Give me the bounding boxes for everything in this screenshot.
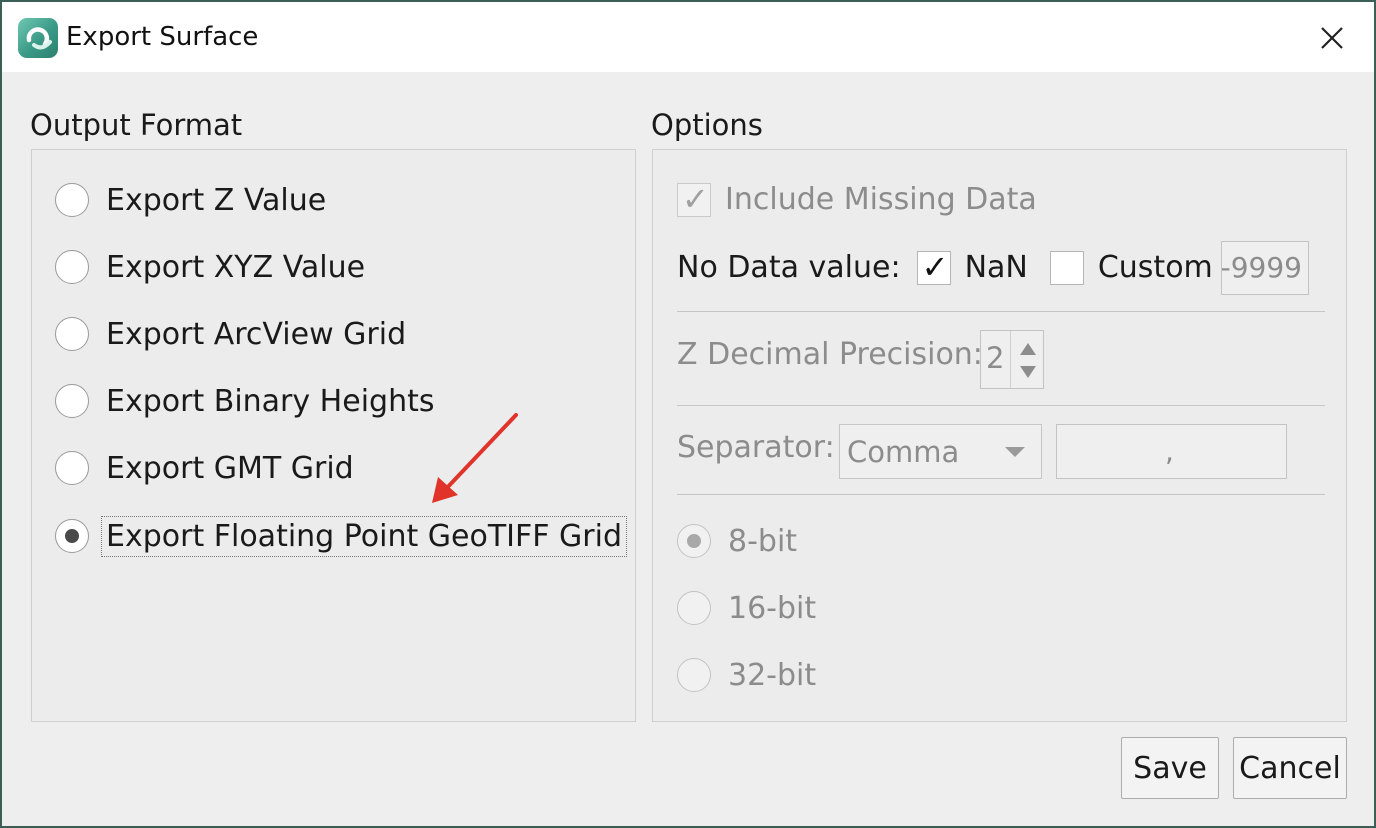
separator-combobox[interactable]: Comma [839,424,1042,479]
z-precision-row: Z Decimal Precision: [677,337,983,372]
radio-button[interactable] [55,519,89,553]
radio-label: 32-bit [728,657,817,693]
include-missing-data-checkbox[interactable]: ✓ [677,179,711,218]
radio-button[interactable] [677,591,711,625]
radio-label: Export ArcView Grid [106,316,407,352]
radio-label: Export Z Value [106,182,327,218]
radio-label: Export GMT Grid [106,450,354,486]
radio-button[interactable] [677,658,711,692]
z-precision-label: Z Decimal Precision: [677,337,983,372]
radio-export-gmt-grid[interactable]: Export GMT Grid [55,443,354,493]
separator-label: Separator: [677,430,835,465]
radio-button[interactable] [55,183,89,217]
chevron-down-icon [1005,447,1025,457]
radio-button[interactable] [55,250,89,284]
spin-down-icon [1020,366,1036,378]
close-icon[interactable] [1312,18,1352,58]
custom-checkbox[interactable] [1049,250,1084,285]
radio-label: Export Binary Heights [106,383,435,419]
output-format-heading: Output Format [30,108,243,142]
radio-label: Export XYZ Value [106,249,366,285]
red-arrow-annotation [432,413,518,503]
divider [677,494,1325,495]
custom-no-data-value: -9999 [1221,251,1302,284]
options-heading: Options [651,108,763,142]
save-button[interactable]: Save [1121,737,1219,799]
checkmark-icon: ✓ [921,247,949,286]
radio-button[interactable] [55,451,89,485]
export-surface-dialog: Export Surface Output Format Export Z Va… [0,0,1376,828]
window-title: Export Surface [66,22,259,52]
title-bar: Export Surface [2,2,1374,72]
nan-checkbox[interactable]: ✓ [916,247,951,286]
divider [677,405,1325,406]
separator-row: Separator: [677,430,835,465]
z-precision-value: 2 [986,341,1005,375]
separator-value: , [1165,435,1174,468]
radio-export-xyz-value[interactable]: Export XYZ Value [55,242,365,292]
separator-input[interactable]: , [1056,424,1287,479]
radio-export-floating-point-geotiff-grid[interactable]: Export Floating Point GeoTIFF Grid [55,511,628,561]
radio-export-arcview-grid[interactable]: Export ArcView Grid [55,309,406,359]
include-missing-data-label: Include Missing Data [725,182,1037,217]
radio-32-bit[interactable]: 32-bit [677,650,816,700]
radio-8-bit[interactable]: 8-bit [677,516,797,566]
checkmark-icon: ✓ [682,179,709,218]
radio-16-bit[interactable]: 16-bit [677,583,816,633]
nan-label: NaN [964,250,1028,285]
options-panel: ✓ Include Missing Data No Data value: ✓ … [652,149,1347,722]
separator-selected: Comma [847,435,960,469]
radio-button[interactable] [677,524,711,558]
no-data-value-label: No Data value: [677,250,901,285]
radio-button[interactable] [55,317,89,351]
output-format-panel: Export Z Value Export XYZ Value Export A… [31,149,636,722]
custom-label: Custom [1097,250,1213,285]
radio-label: 16-bit [728,590,817,626]
radio-label: 8-bit [728,523,798,559]
cancel-button[interactable]: Cancel [1233,737,1347,799]
radio-label: Export Floating Point GeoTIFF Grid [100,515,628,557]
no-data-value-row: No Data value: ✓ NaN Custom [677,247,1213,286]
custom-no-data-input[interactable]: -9999 [1221,241,1309,295]
radio-export-z-value[interactable]: Export Z Value [55,175,326,225]
spinner-buttons [1010,331,1044,388]
radio-export-binary-heights[interactable]: Export Binary Heights [55,376,434,426]
radio-button[interactable] [55,384,89,418]
include-missing-data-row[interactable]: ✓ Include Missing Data [677,182,1037,217]
app-icon [18,18,58,58]
z-precision-spinner[interactable]: 2 [980,330,1044,389]
spin-up-icon [1020,343,1036,355]
divider [677,311,1325,312]
